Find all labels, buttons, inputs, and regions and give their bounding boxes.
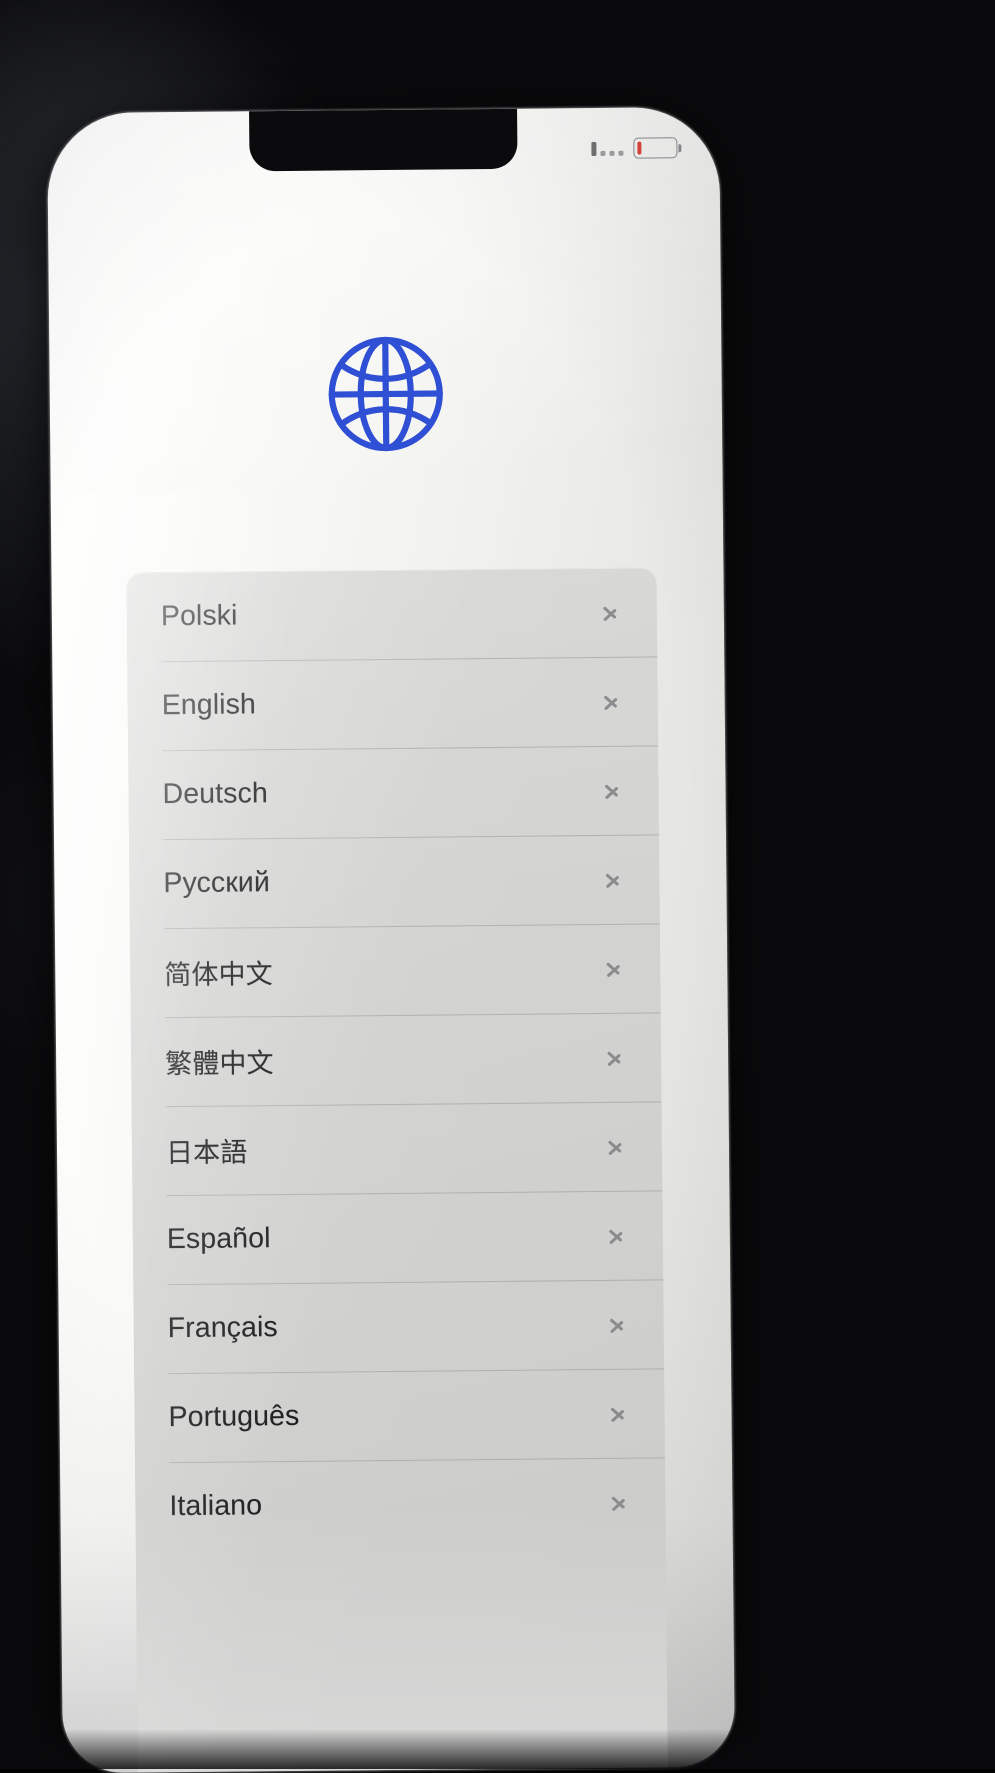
list-item-label: Polski: [160, 599, 238, 633]
list-item-label: Deutsch: [162, 777, 269, 811]
list-item[interactable]: English: [127, 656, 658, 750]
phone-device: Polski English Deutsch Русский 简体中文 繁體中文…: [47, 106, 735, 1773]
signal-bars-icon: [591, 141, 624, 156]
chevron-right-icon: [603, 598, 619, 626]
list-item-label: 简体中文: [164, 959, 273, 991]
list-item-label: Português: [168, 1399, 300, 1434]
chevron-right-icon: [606, 954, 622, 982]
list-item[interactable]: Italiano: [135, 1457, 666, 1551]
list-item[interactable]: Español: [132, 1190, 663, 1284]
chevron-right-icon: [605, 865, 621, 893]
globe-icon-container: [49, 327, 722, 461]
device-notch: [249, 106, 518, 172]
battery-low-icon: [633, 137, 678, 159]
list-item-label: 日本語: [165, 1137, 248, 1169]
list-item[interactable]: Polski: [126, 567, 657, 661]
chevron-right-icon: [607, 1043, 623, 1071]
chevron-right-icon: [609, 1221, 625, 1249]
list-item-label: Русский: [163, 866, 271, 900]
list-item[interactable]: Deutsch: [128, 745, 659, 839]
chevron-right-icon: [611, 1488, 627, 1516]
chevron-right-icon: [604, 776, 620, 804]
list-item[interactable]: Français: [133, 1279, 664, 1373]
chevron-right-icon: [604, 687, 620, 715]
chevron-right-icon: [610, 1399, 626, 1427]
list-item-label: Français: [167, 1311, 278, 1345]
list-item-label: Italiano: [169, 1489, 263, 1523]
list-item[interactable]: 简体中文: [130, 923, 661, 1017]
list-item[interactable]: 繁體中文: [131, 1012, 662, 1106]
language-list[interactable]: Polski English Deutsch Русский 简体中文 繁體中文…: [126, 567, 668, 1773]
list-item[interactable]: Русский: [129, 834, 660, 928]
globe-icon: [328, 336, 443, 452]
list-item-label: 繁體中文: [165, 1048, 274, 1080]
list-item[interactable]: Português: [134, 1368, 665, 1462]
chevron-right-icon: [610, 1310, 626, 1338]
list-item-label: English: [161, 688, 257, 722]
list-item-label: Español: [166, 1222, 271, 1256]
chevron-right-icon: [608, 1132, 624, 1160]
status-bar: [591, 137, 678, 159]
list-item[interactable]: 日本語: [132, 1101, 663, 1195]
